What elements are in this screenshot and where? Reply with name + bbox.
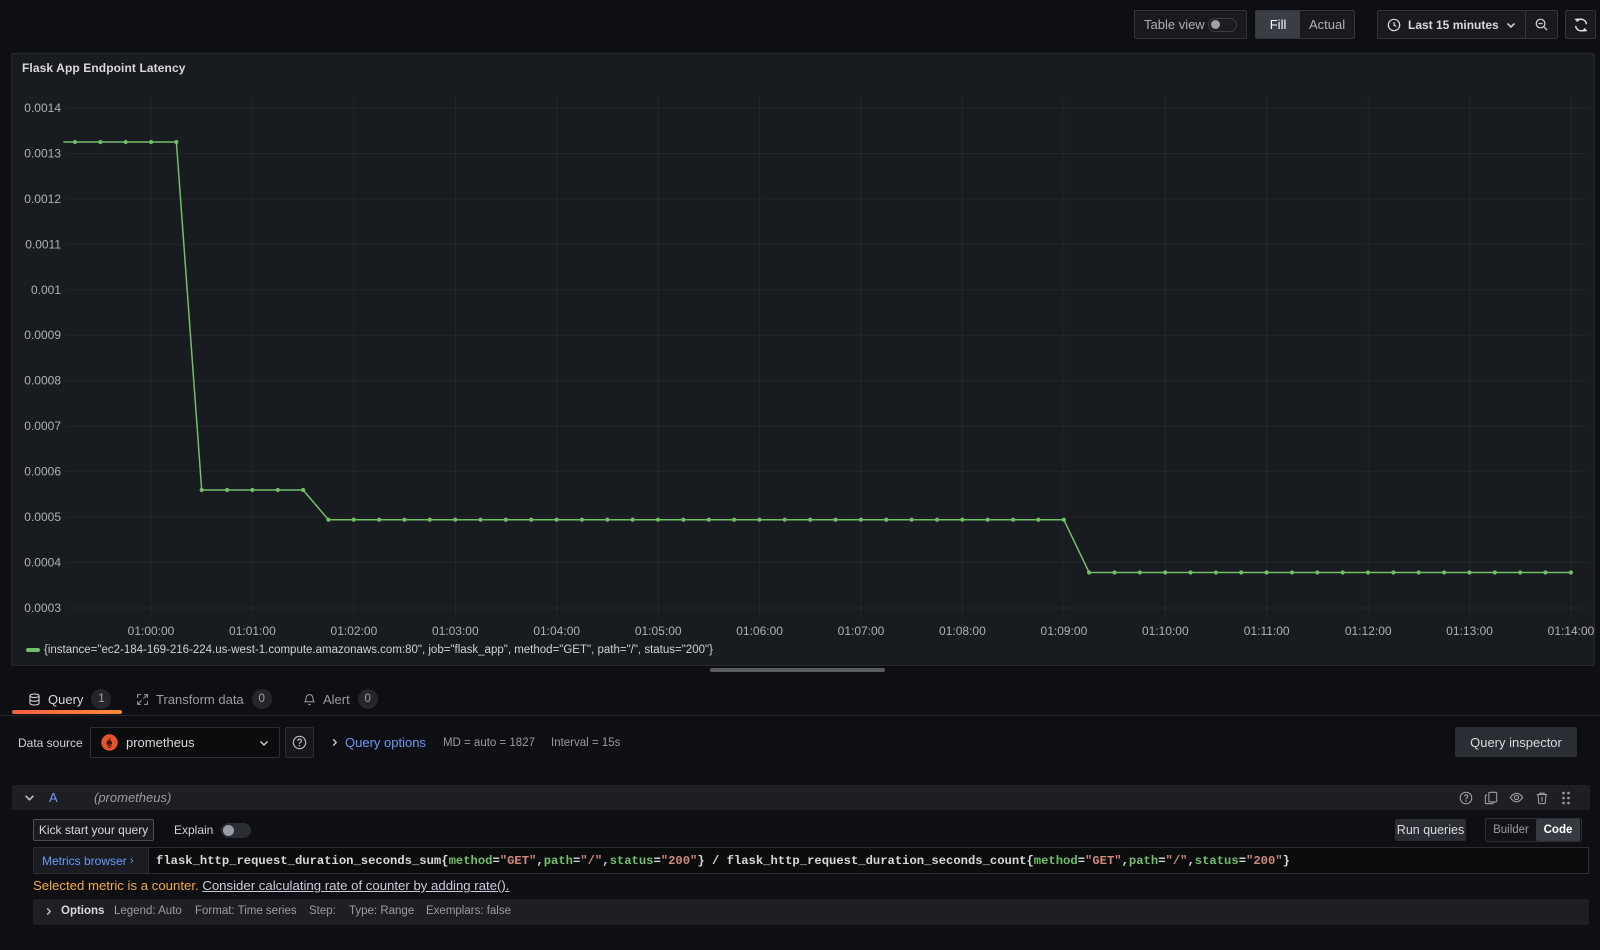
svg-text:01:10:00: 01:10:00 bbox=[1142, 624, 1189, 638]
svg-text:0.0011: 0.0011 bbox=[25, 237, 61, 251]
svg-text:01:06:00: 01:06:00 bbox=[736, 624, 783, 638]
svg-text:01:09:00: 01:09:00 bbox=[1041, 624, 1088, 638]
svg-text:0.0004: 0.0004 bbox=[24, 556, 61, 570]
svg-text:0.0009: 0.0009 bbox=[24, 328, 61, 342]
svg-text:01:02:00: 01:02:00 bbox=[331, 624, 378, 638]
svg-text:01:11:00: 01:11:00 bbox=[1244, 624, 1290, 638]
svg-text:0.0005: 0.0005 bbox=[24, 510, 61, 524]
svg-text:0.001: 0.001 bbox=[31, 283, 61, 297]
svg-text:0.0013: 0.0013 bbox=[24, 147, 61, 161]
svg-text:0.0012: 0.0012 bbox=[24, 192, 61, 206]
svg-text:0.0007: 0.0007 bbox=[24, 419, 61, 433]
svg-text:01:08:00: 01:08:00 bbox=[939, 624, 986, 638]
svg-text:01:14:00: 01:14:00 bbox=[1548, 624, 1595, 638]
svg-text:01:03:00: 01:03:00 bbox=[432, 624, 479, 638]
svg-text:0.0014: 0.0014 bbox=[24, 101, 61, 115]
svg-text:01:00:00: 01:00:00 bbox=[128, 624, 175, 638]
svg-text:0.0006: 0.0006 bbox=[24, 465, 61, 479]
svg-text:01:01:00: 01:01:00 bbox=[229, 624, 276, 638]
svg-text:01:07:00: 01:07:00 bbox=[838, 624, 885, 638]
svg-text:0.0003: 0.0003 bbox=[24, 601, 61, 615]
svg-text:01:05:00: 01:05:00 bbox=[635, 624, 682, 638]
svg-text:0.0008: 0.0008 bbox=[24, 374, 61, 388]
svg-text:01:13:00: 01:13:00 bbox=[1446, 624, 1493, 638]
svg-text:01:04:00: 01:04:00 bbox=[533, 624, 580, 638]
svg-text:01:12:00: 01:12:00 bbox=[1345, 624, 1392, 638]
